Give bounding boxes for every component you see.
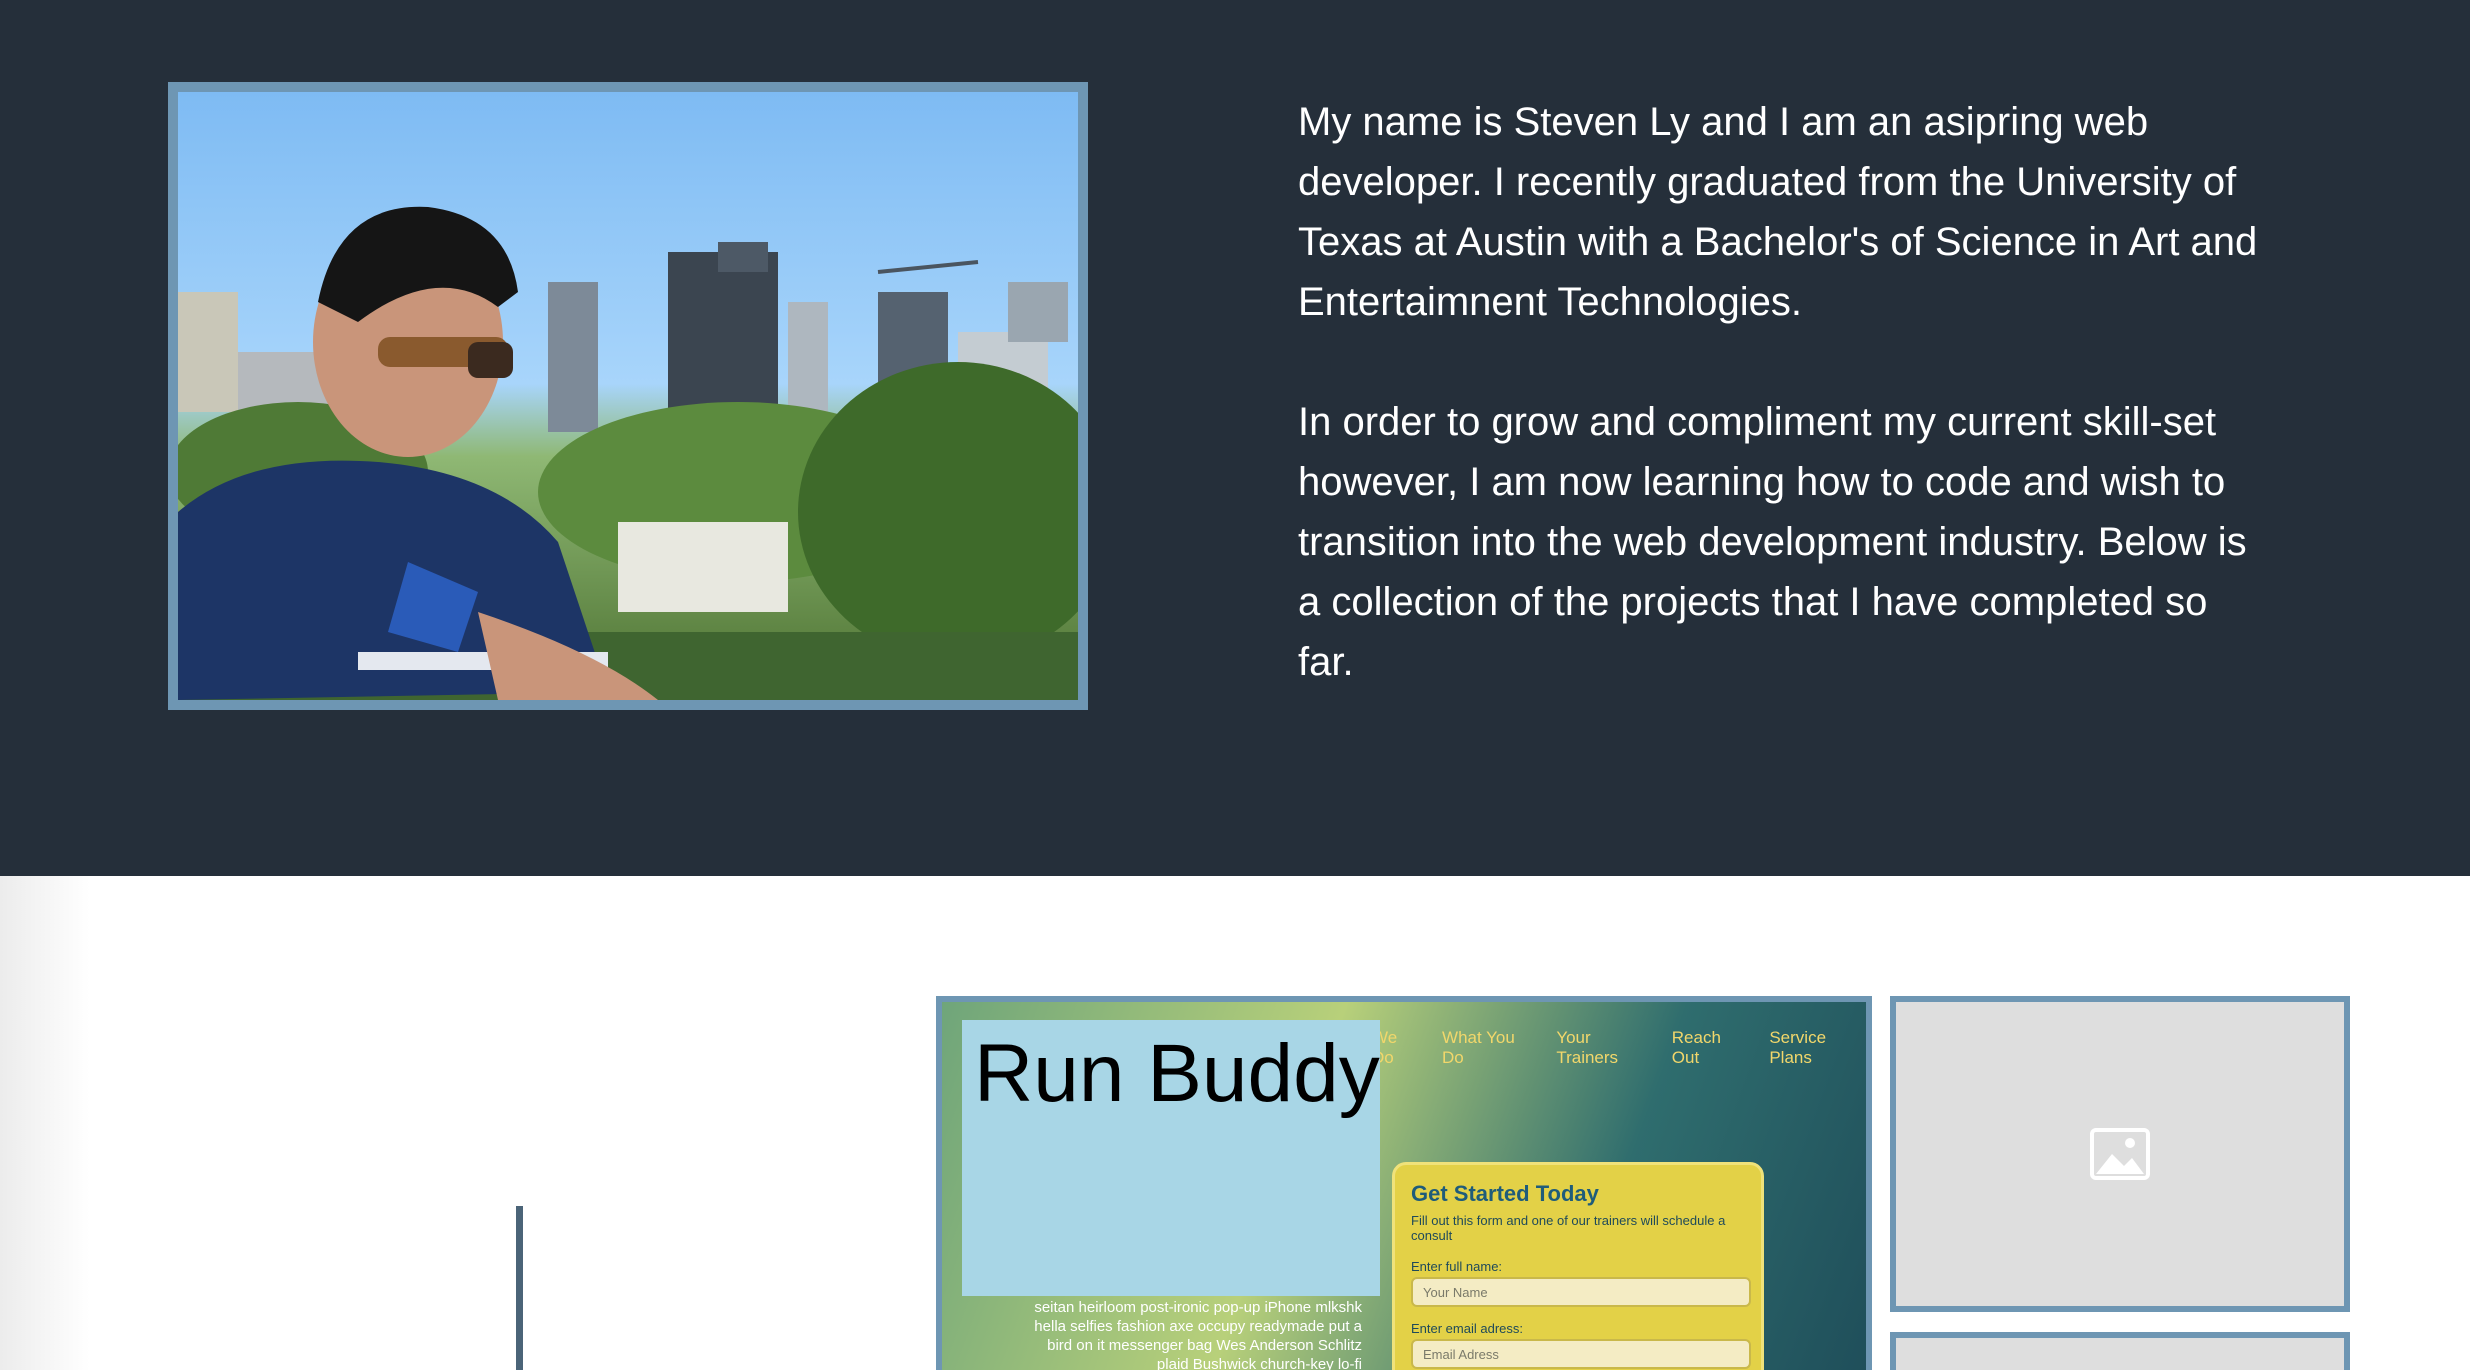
- project-title-box[interactable]: Run Buddy: [962, 1020, 1380, 1296]
- projects-section: We Do What You Do Your Trainers Reach Ou…: [0, 876, 2470, 1370]
- bio-paragraph-2: In order to grow and compliment my curre…: [1298, 400, 2247, 684]
- name-field: Your Name: [1411, 1277, 1751, 1307]
- email-field: Email Adress: [1411, 1339, 1751, 1369]
- email-label: Enter email adress:: [1411, 1321, 1523, 1336]
- bio-paragraph-1: My name is Steven Ly and I am an asiprin…: [1298, 100, 2258, 324]
- project-thumbnail-1[interactable]: [1890, 996, 2350, 1312]
- nav-item: What You Do: [1442, 1028, 1515, 1067]
- name-label: Enter full name:: [1411, 1259, 1503, 1274]
- nav-item: Your Trainers: [1556, 1028, 1619, 1067]
- project-card-run-buddy[interactable]: We Do What You Do Your Trainers Reach Ou…: [936, 996, 1872, 1370]
- project-screenshot-form: Get Started Today Fill out this form and…: [1392, 1162, 1764, 1370]
- vertical-divider: [516, 1206, 523, 1370]
- profile-photo: [178, 92, 1078, 700]
- image-placeholder-icon: [2090, 1128, 2150, 1180]
- project-title: Run Buddy: [974, 1028, 1380, 1119]
- nav-item: Service Plans: [1769, 1028, 1827, 1067]
- side-shadow: [0, 876, 90, 1370]
- nav-item: Reach Out: [1671, 1028, 1721, 1067]
- profile-photo-frame: [168, 82, 1088, 710]
- profile-photo-illustration: [178, 206, 1078, 700]
- about-section: My name is Steven Ly and I am an asiprin…: [0, 0, 2470, 876]
- form-subheading: Fill out this form and one of our traine…: [1411, 1213, 1726, 1243]
- bio-text: My name is Steven Ly and I am an asiprin…: [1298, 92, 2268, 752]
- form-heading: Get Started Today: [1411, 1181, 1599, 1206]
- project-thumbnail-2[interactable]: [1890, 1332, 2350, 1370]
- project-screenshot-blurb: seitan heirloom post-ironic pop-up iPhon…: [1034, 1299, 1362, 1370]
- project-screenshot-nav: We Do What You Do Your Trainers Reach Ou…: [1372, 1028, 1866, 1068]
